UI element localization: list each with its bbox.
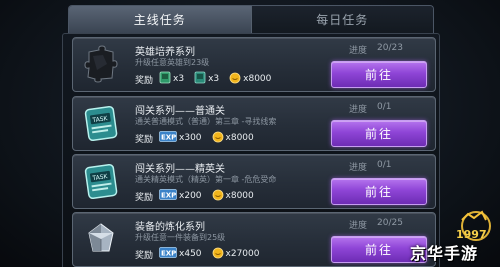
quest-card: 英雄培养系列 升级任意英雄到23级 进度 20/23 奖励 x3 x3 x800…: [72, 37, 436, 92]
quest-card: 装备的炼化系列 升级任意一件装备到25级 进度 20/25 奖励 EXP x45…: [72, 212, 436, 267]
blue-card-icon: [194, 71, 206, 87]
quest-card: TASK 闯关系列——精英关 通关精英模式（精英）第一章 -危危受命 进度 0/…: [72, 154, 436, 209]
svg-text:EXP: EXP: [161, 133, 176, 141]
svg-text:EXP: EXP: [161, 249, 176, 257]
progress-value: 0/1: [377, 160, 392, 170]
gold-coin-icon: [212, 247, 224, 262]
game-screen: 主线任务 每日任务 英雄培养系列 升级任意英雄到23级 进度 20/23 奖励 …: [0, 0, 500, 267]
task-tablet-icon: TASK: [83, 103, 119, 143]
progress-label: 进度: [349, 221, 368, 231]
progress-label: 进度: [349, 105, 368, 115]
gold-coin-icon: [229, 72, 241, 87]
quest-description: 升级任意一件装备到25级: [135, 233, 226, 242]
tab-main-quests[interactable]: 主线任务: [69, 6, 252, 33]
quest-description: 升级任意英雄到23级: [135, 58, 210, 67]
quest-description: 通关精英模式（精英）第一章 -危危受命: [135, 175, 277, 184]
rewards-row: 奖励 EXP x200 x8000: [135, 189, 264, 203]
watermark-text: 京华手游: [410, 244, 479, 263]
quest-title: 装备的炼化系列: [135, 222, 205, 233]
quest-tabs: 主线任务 每日任务: [68, 5, 434, 33]
rewards-label: 奖励: [135, 192, 154, 203]
task-tablet-icon: TASK: [83, 161, 119, 201]
rewards-row: 奖励 EXP x300 x8000: [135, 131, 264, 145]
quest-title: 闯关系列——普通关: [135, 106, 225, 117]
reward-item: x3: [159, 71, 184, 87]
reward-item: x8000: [212, 131, 254, 146]
progress-label: 进度: [349, 46, 368, 56]
go-button[interactable]: 前往: [331, 178, 427, 205]
reward-item: EXP x300: [159, 131, 202, 145]
go-button[interactable]: 前往: [331, 120, 427, 147]
rewards-label: 奖励: [135, 134, 154, 145]
go-button[interactable]: 前往: [331, 61, 427, 88]
exp-icon: EXP: [159, 247, 177, 261]
rewards-label: 奖励: [135, 250, 154, 261]
reward-item: EXP x450: [159, 247, 202, 261]
reward-item: x27000: [212, 247, 260, 262]
quest-title: 英雄培养系列: [135, 47, 195, 58]
reward-item: x8000: [229, 72, 271, 87]
exp-icon: EXP: [159, 189, 177, 203]
crystal-gem-icon: [83, 219, 119, 259]
reward-item: EXP x200: [159, 189, 202, 203]
rewards-row: 奖励 x3 x3 x8000: [135, 71, 281, 87]
progress-value: 0/1: [377, 102, 392, 112]
puzzle-piece-icon: [83, 44, 119, 84]
gold-coin-icon: [212, 189, 224, 204]
progress-value: 20/23: [377, 43, 403, 53]
quest-card: TASK 闯关系列——普通关 通关普通模式（普通）第三章 -寻找线索 进度 0/…: [72, 96, 436, 151]
gold-coin-icon: [212, 131, 224, 146]
reward-item: x8000: [212, 189, 254, 204]
reward-item: x3: [194, 71, 219, 87]
tab-daily-quests[interactable]: 每日任务: [251, 6, 433, 33]
svg-text:EXP: EXP: [161, 191, 176, 199]
quest-title: 闯关系列——精英关: [135, 164, 225, 175]
progress-label: 进度: [349, 163, 368, 173]
rewards-row: 奖励 EXP x450 x27000: [135, 247, 270, 261]
rewards-label: 奖励: [135, 75, 154, 86]
green-card-icon: [159, 71, 171, 87]
quest-description: 通关普通模式（普通）第三章 -寻找线索: [135, 117, 277, 126]
exp-icon: EXP: [159, 131, 177, 145]
